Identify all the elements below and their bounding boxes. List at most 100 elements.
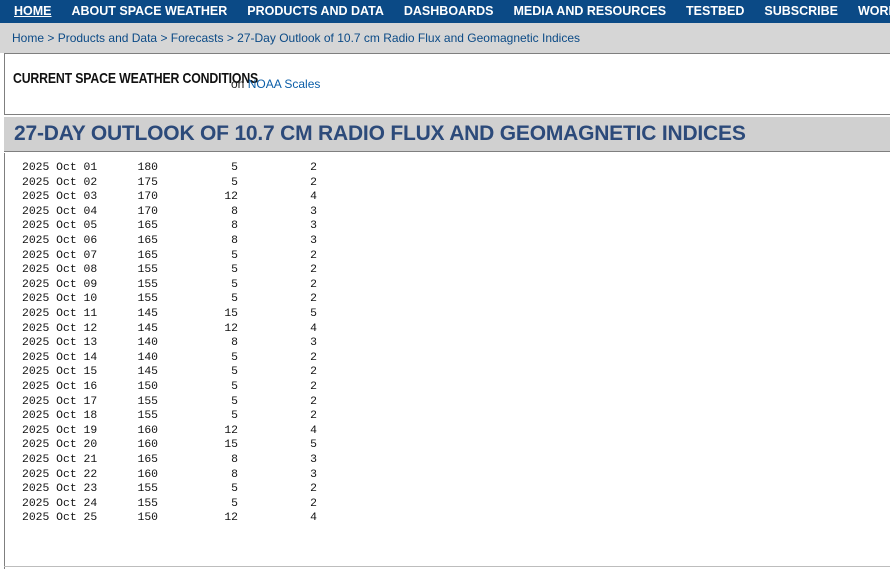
radio-flux-cell: 180 <box>137 162 158 174</box>
radio-flux-cell: 145 <box>137 308 158 320</box>
ap-index-cell: 12 <box>224 191 238 204</box>
radio-flux-cell: 160 <box>137 439 158 452</box>
nav-testbed[interactable]: TESTBED <box>686 0 744 23</box>
current-conditions-panel: CURRENT SPACE WEATHER CONDITIONS on NOAA… <box>4 53 890 115</box>
date-cell: 2025 Oct 06 <box>22 235 98 247</box>
table-row: 2025 Oct 04 170 8 3 <box>22 205 322 220</box>
radio-flux-cell: 155 <box>137 264 158 277</box>
ap-index-cell: 5 <box>231 395 238 408</box>
table-row: 2025 Oct 03 170 12 4 <box>22 190 322 205</box>
kp-index-cell: 4 <box>310 424 317 437</box>
radio-flux-cell: 145 <box>137 366 158 379</box>
radio-flux-cell: 140 <box>137 337 158 350</box>
breadcrumb-separator: > <box>47 31 58 45</box>
kp-index-cell: 2 <box>310 483 317 496</box>
table-row: 2025 Oct 20 160 15 5 <box>22 438 322 453</box>
radio-flux-cell: 155 <box>137 395 158 408</box>
table-row: 2025 Oct 02 175 5 2 <box>22 176 322 191</box>
ap-index-cell: 5 <box>231 293 238 306</box>
ap-index-cell: 12 <box>224 424 238 437</box>
ap-index-cell: 15 <box>224 439 238 452</box>
ap-index-cell: 5 <box>231 249 238 262</box>
radio-flux-cell: 155 <box>137 410 158 423</box>
ap-index-cell: 12 <box>224 512 238 525</box>
date-cell: 2025 Oct 16 <box>22 381 98 393</box>
noaa-scales-link[interactable]: NOAA Scales <box>248 77 321 91</box>
table-row: 2025 Oct 07 165 5 2 <box>22 249 322 264</box>
kp-index-cell: 4 <box>310 191 317 204</box>
date-cell: 2025 Oct 15 <box>22 366 98 379</box>
ap-index-cell: 8 <box>231 454 238 466</box>
table-row: 2025 Oct 18 155 5 2 <box>22 409 322 424</box>
radio-flux-cell: 145 <box>137 322 158 335</box>
table-row: 2025 Oct 06 165 8 3 <box>22 234 322 249</box>
date-cell: 2025 Oct 23 <box>22 483 98 496</box>
table-row: 2025 Oct 24 155 5 2 <box>22 497 322 512</box>
date-cell: 2025 Oct 14 <box>22 351 98 364</box>
date-cell: 2025 Oct 11 <box>22 308 98 320</box>
breadcrumb-separator: > <box>226 31 238 45</box>
nav-about-space-weather[interactable]: ABOUT SPACE WEATHER <box>72 0 228 23</box>
table-row: 2025 Oct 08 155 5 2 <box>22 263 322 278</box>
nav-subscribe[interactable]: SUBSCRIBE <box>764 0 838 23</box>
ap-index-cell: 15 <box>224 308 238 320</box>
date-cell: 2025 Oct 03 <box>22 191 98 204</box>
nav-home[interactable]: HOME <box>14 0 52 23</box>
ap-index-cell: 5 <box>231 351 238 364</box>
nav-products-and-data[interactable]: PRODUCTS AND DATA <box>247 0 384 23</box>
page-title: 27-DAY OUTLOOK OF 10.7 CM RADIO FLUX AND… <box>14 122 746 145</box>
ap-index-cell: 5 <box>231 497 238 510</box>
table-row: 2025 Oct 12 145 12 4 <box>22 322 322 337</box>
date-cell: 2025 Oct 25 <box>22 512 98 525</box>
ap-index-cell: 12 <box>224 322 238 335</box>
kp-index-cell: 2 <box>310 249 317 262</box>
date-cell: 2025 Oct 13 <box>22 337 98 350</box>
radio-flux-cell: 170 <box>137 205 158 218</box>
breadcrumb-products-and-data[interactable]: Products and Data <box>58 31 157 45</box>
table-row: 2025 Oct 19 160 12 4 <box>22 424 322 439</box>
radio-flux-cell: 170 <box>137 191 158 204</box>
kp-index-cell: 3 <box>310 337 317 350</box>
table-row: 2025 Oct 01 180 5 2 <box>22 161 322 176</box>
kp-index-cell: 2 <box>310 293 317 306</box>
radio-flux-cell: 160 <box>137 424 158 437</box>
table-row: 2025 Oct 10 155 5 2 <box>22 292 322 307</box>
ap-index-cell: 5 <box>231 366 238 379</box>
date-cell: 2025 Oct 10 <box>22 293 98 306</box>
kp-index-cell: 3 <box>310 454 317 466</box>
kp-index-cell: 2 <box>310 497 317 510</box>
nav-media-and-resources[interactable]: MEDIA AND RESOURCES <box>513 0 666 23</box>
table-row: 2025 Oct 11 145 15 5 <box>22 307 322 322</box>
breadcrumb-home[interactable]: Home <box>12 31 44 45</box>
date-cell: 2025 Oct 18 <box>22 410 98 423</box>
date-cell: 2025 Oct 09 <box>22 278 98 291</box>
conditions-on-text: on <box>231 77 245 91</box>
table-row: 2025 Oct 25 150 12 4 <box>22 511 322 526</box>
nav-dashboards[interactable]: DASHBOARDS <box>404 0 494 23</box>
date-cell: 2025 Oct 20 <box>22 439 98 452</box>
radio-flux-cell: 155 <box>137 497 158 510</box>
breadcrumb-forecasts[interactable]: Forecasts <box>171 31 224 45</box>
radio-flux-cell: 150 <box>137 512 158 525</box>
radio-flux-cell: 165 <box>137 454 158 466</box>
divider <box>4 566 890 567</box>
radio-flux-cell: 155 <box>137 278 158 291</box>
table-row: 2025 Oct 23 155 5 2 <box>22 482 322 497</box>
date-cell: 2025 Oct 24 <box>22 497 98 510</box>
table-row: 2025 Oct 13 140 8 3 <box>22 336 322 351</box>
ap-index-cell: 5 <box>231 278 238 291</box>
ap-index-cell: 5 <box>231 176 238 189</box>
ap-index-cell: 8 <box>231 235 238 247</box>
ap-index-cell: 8 <box>231 205 238 218</box>
breadcrumb-separator: > <box>160 31 171 45</box>
table-row: 2025 Oct 15 145 5 2 <box>22 365 322 380</box>
radio-flux-cell: 155 <box>137 293 158 306</box>
breadcrumb-current-page[interactable]: 27-Day Outlook of 10.7 cm Radio Flux and… <box>237 31 580 45</box>
radio-flux-cell: 150 <box>137 381 158 393</box>
table-row: 2025 Oct 05 165 8 3 <box>22 219 322 234</box>
date-cell: 2025 Oct 04 <box>22 205 98 218</box>
radio-flux-cell: 160 <box>137 468 158 481</box>
nav-workshop[interactable]: WORKSHOP <box>858 0 890 23</box>
current-conditions-title: CURRENT SPACE WEATHER CONDITIONS <box>13 70 259 87</box>
date-cell: 2025 Oct 19 <box>22 424 98 437</box>
